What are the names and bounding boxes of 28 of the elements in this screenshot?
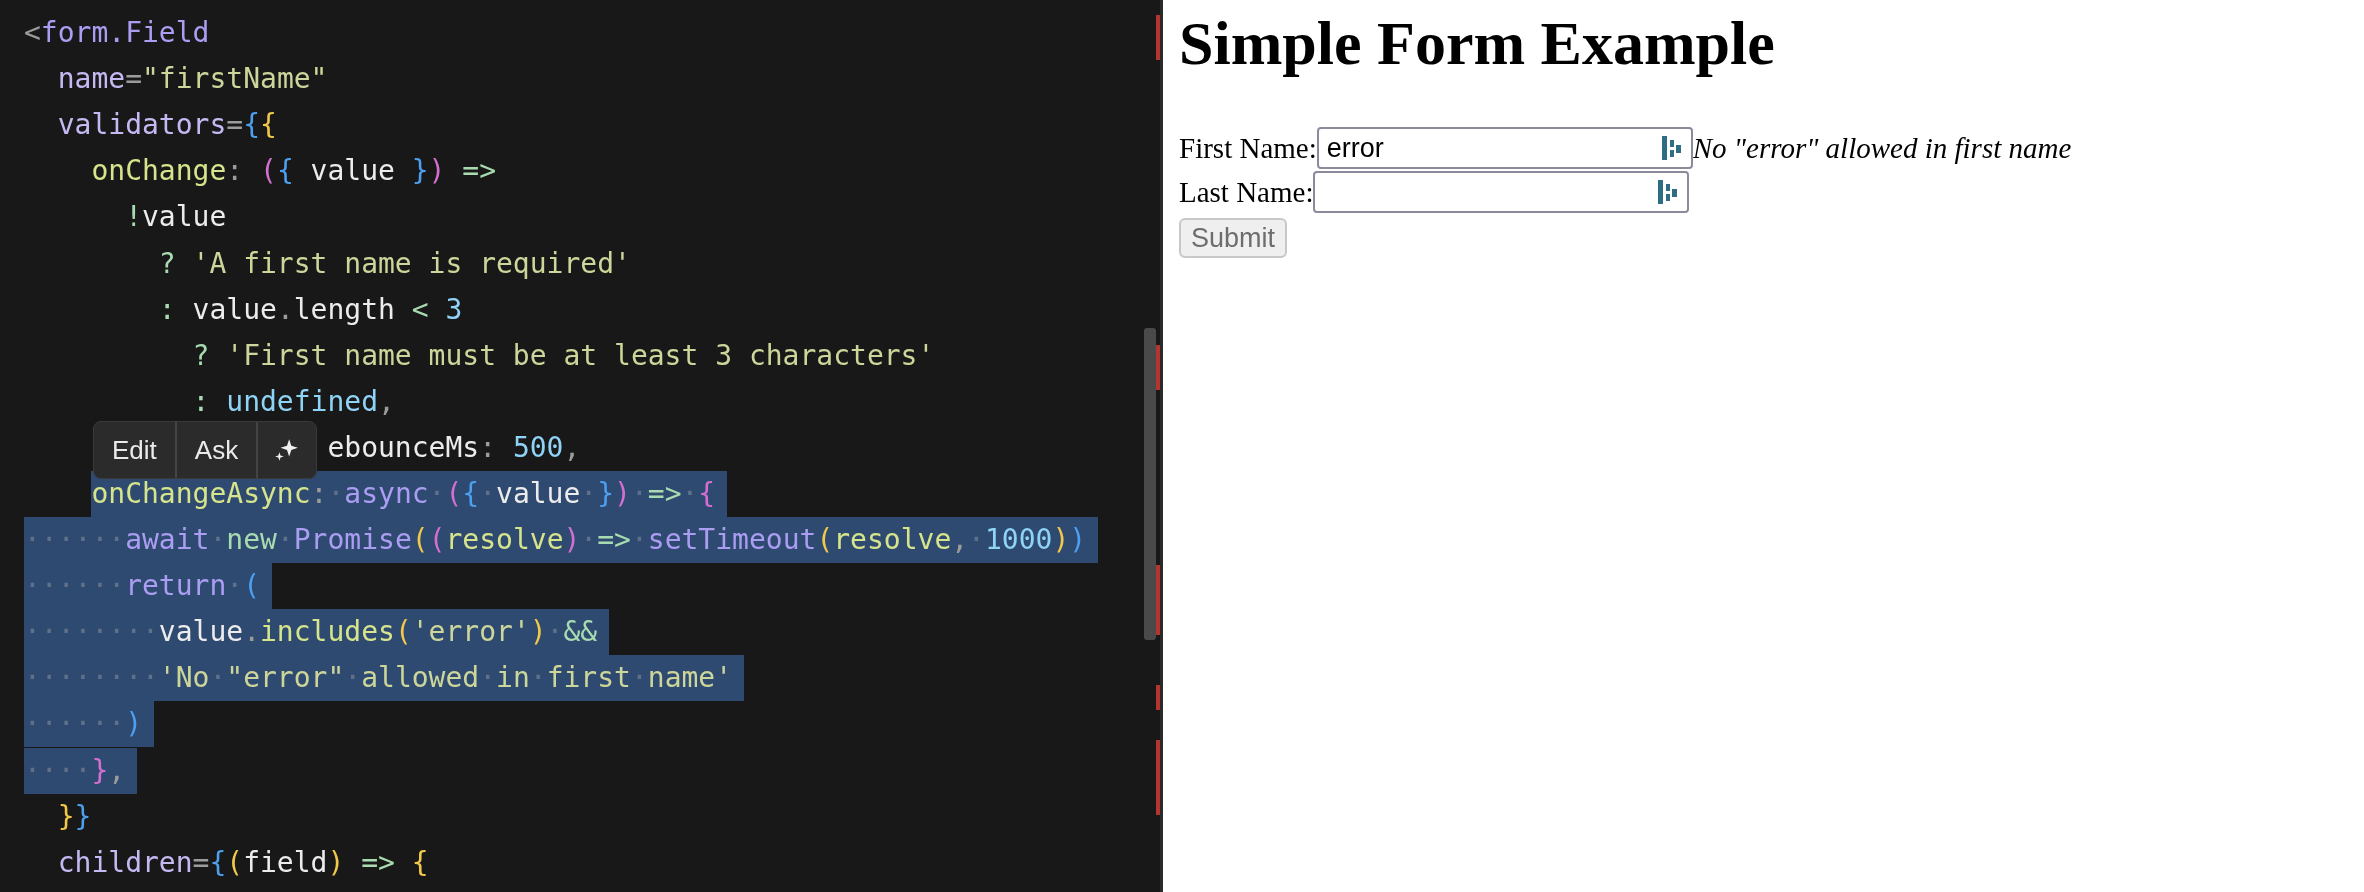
code-line: onChange: ({ value }) =>: [91, 153, 497, 190]
code-editor[interactable]: [0, 0, 1163, 892]
code-line: children={(field) => {: [57, 844, 429, 881]
change-marker: [1156, 15, 1160, 60]
change-marker: [1156, 345, 1160, 390]
page-heading: Simple Form Example: [1179, 8, 1776, 78]
code-line: !value: [125, 199, 227, 236]
field-label: Last Name:: [1179, 175, 1314, 209]
password-manager-icon: [1660, 134, 1683, 162]
code-line: validators={{: [57, 107, 277, 144]
scrollbar-thumb[interactable]: [1144, 328, 1156, 640]
code-line: : undefined,: [192, 383, 395, 420]
code-line: ebounceMs: 500,: [327, 429, 581, 466]
code-line: ? 'A first name is required': [158, 245, 631, 282]
change-marker: [1156, 685, 1160, 710]
change-marker: [1156, 565, 1160, 635]
toolbar-button[interactable]: Edit: [94, 422, 177, 478]
text-input[interactable]: [1313, 171, 1690, 213]
code-line: }}: [57, 798, 92, 835]
password-manager-icon: [1657, 178, 1680, 206]
text-input[interactable]: error: [1316, 127, 1693, 169]
error-message: No "error" allowed in first name: [1692, 131, 2072, 165]
toolbar-button[interactable]: Ask: [176, 422, 259, 478]
code-line: : value.length < 3: [158, 291, 463, 328]
code-line: name="firstName": [57, 61, 328, 98]
code-line: <form.Field: [24, 15, 210, 52]
code-line: ? 'First name must be at least 3 characters': [192, 337, 935, 374]
field-label: First Name:: [1179, 131, 1317, 165]
